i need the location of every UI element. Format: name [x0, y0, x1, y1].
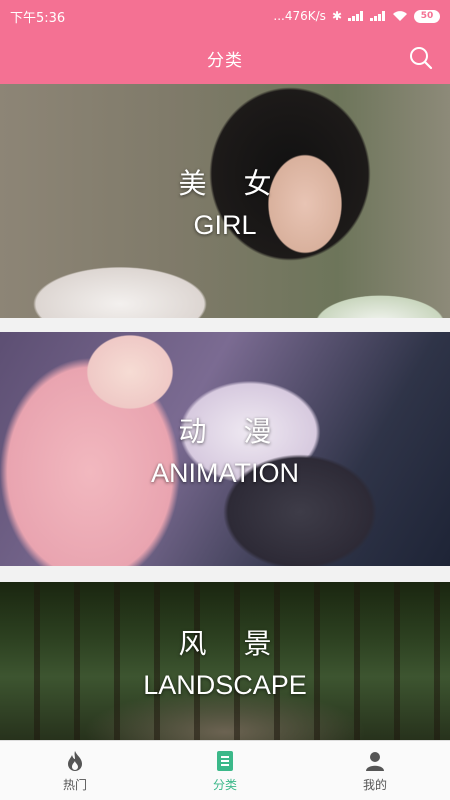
- search-icon[interactable]: [408, 45, 434, 71]
- nav-item-category[interactable]: 分类: [150, 741, 300, 800]
- category-cn-label: 动 漫: [178, 414, 286, 448]
- nav-item-mine[interactable]: 我的: [300, 741, 450, 800]
- fire-icon: [68, 750, 82, 771]
- category-card-landscape[interactable]: 风 景 LANDSCAPE: [0, 582, 450, 740]
- status-time: 下午5:36: [10, 10, 66, 26]
- list-icon: [217, 750, 233, 771]
- status-indicators: ...476K/s ✱ 50: [273, 9, 440, 23]
- category-card-girl[interactable]: 美 女 GIRL: [0, 84, 450, 318]
- bluetooth-icon: ✱: [331, 9, 342, 23]
- user-icon: [366, 751, 384, 771]
- wifi-icon: [393, 11, 407, 21]
- battery-icon: 50: [414, 9, 440, 23]
- nav-label: 我的: [362, 777, 387, 792]
- category-en-label: GIRL: [193, 209, 257, 240]
- network-speed: ...476K/s: [273, 9, 326, 23]
- nav-label: 热门: [62, 777, 87, 792]
- signal-icon-2: [370, 11, 386, 21]
- category-cn-label: 美 女: [178, 166, 286, 200]
- signal-icon: [348, 11, 364, 21]
- page-title: 分类: [207, 50, 243, 71]
- nav-item-hot[interactable]: 热门: [0, 741, 150, 800]
- status-bar: 下午5:36 ...476K/s ✱ 50: [0, 0, 450, 32]
- category-en-label: LANDSCAPE: [143, 669, 307, 700]
- app-bar: 分类: [0, 32, 450, 84]
- category-en-label: ANIMATION: [151, 457, 299, 488]
- bottom-nav: 热门 分类 我的: [0, 740, 450, 800]
- category-cn-label: 风 景: [178, 626, 286, 660]
- category-card-animation[interactable]: 动 漫 ANIMATION: [0, 332, 450, 566]
- nav-label: 分类: [212, 777, 237, 792]
